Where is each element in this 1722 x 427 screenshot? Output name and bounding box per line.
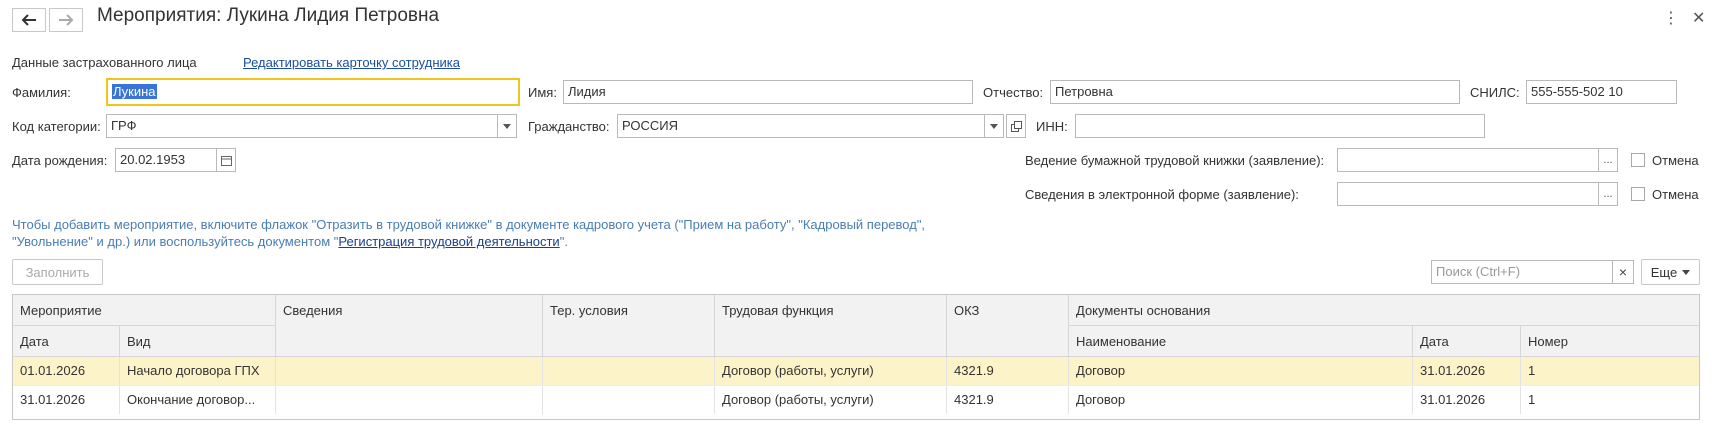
- inn-label: ИНН:: [1036, 119, 1068, 134]
- search-placeholder: Поиск (Ctrl+F): [1436, 264, 1521, 279]
- snils-label: СНИЛС:: [1470, 85, 1520, 100]
- surname-field[interactable]: Лукина: [106, 78, 520, 106]
- citizenship-field[interactable]: РОССИЯ: [617, 114, 985, 138]
- header-func[interactable]: Трудовая функция: [715, 295, 947, 357]
- page-title: Мероприятия: Лукина Лидия Петровна: [97, 5, 440, 26]
- surname-label: Фамилия:: [12, 85, 71, 100]
- info-text-end: ".: [559, 234, 568, 249]
- close-icon[interactable]: ✕: [1692, 8, 1705, 28]
- row-kind: Окончание договор...: [120, 386, 276, 414]
- chevron-down-icon: [990, 123, 998, 129]
- header-okz[interactable]: ОКЗ: [947, 295, 1069, 357]
- paper-book-field[interactable]: [1337, 148, 1599, 172]
- chevron-down-icon: [1682, 269, 1691, 275]
- electronic-cancel-label: Отмена: [1652, 187, 1699, 202]
- more-vertical-icon[interactable]: ⋮: [1663, 8, 1679, 28]
- patronymic-field[interactable]: Петровна: [1050, 80, 1460, 104]
- row-ter: [543, 357, 715, 385]
- open-window-icon: [1010, 120, 1022, 132]
- name-field[interactable]: Лидия: [563, 80, 973, 104]
- row-kind: Начало договора ГПХ: [120, 357, 276, 385]
- header-docs[interactable]: Документы основания: [1069, 295, 1699, 326]
- name-label: Имя:: [528, 85, 557, 100]
- header-doc-name[interactable]: Наименование: [1069, 326, 1413, 357]
- row-ter: [543, 386, 715, 414]
- electronic-field[interactable]: [1337, 182, 1599, 206]
- fill-button[interactable]: Заполнить: [12, 259, 103, 285]
- inn-field[interactable]: [1075, 114, 1485, 138]
- edit-card-link[interactable]: Редактировать карточку сотрудника: [243, 55, 460, 70]
- row-doc-name: Договор: [1069, 386, 1413, 414]
- arrow-right-icon: [59, 14, 74, 26]
- row-doc-name: Договор: [1069, 357, 1413, 385]
- birth-field[interactable]: 20.02.1953: [115, 148, 217, 172]
- search-input[interactable]: Поиск (Ctrl+F): [1431, 260, 1613, 284]
- more-button-label: Еще: [1650, 264, 1678, 280]
- back-button[interactable]: [12, 8, 46, 32]
- row-date: 01.01.2026: [13, 357, 120, 385]
- row-func: Договор (работы, услуги): [715, 386, 947, 414]
- row-info: [276, 357, 543, 385]
- info-message: Чтобы добавить мероприятие, включите фла…: [12, 216, 992, 250]
- header-kind[interactable]: Вид: [120, 326, 276, 357]
- row-okz: 4321.9: [947, 386, 1069, 414]
- row-func: Договор (работы, услуги): [715, 357, 947, 385]
- category-dropdown-button[interactable]: [497, 114, 517, 138]
- header-doc-num[interactable]: Номер: [1521, 326, 1699, 357]
- electronic-cancel-checkbox[interactable]: [1631, 187, 1645, 201]
- surname-value: Лукина: [112, 84, 157, 99]
- electronic-select-button[interactable]: ...: [1598, 182, 1618, 206]
- citizenship-label: Гражданство:: [528, 119, 610, 134]
- electronic-label: Сведения в электронной форме (заявление)…: [1025, 187, 1299, 202]
- chevron-down-icon: [503, 123, 511, 129]
- snils-field[interactable]: 555-555-502 10: [1526, 80, 1677, 104]
- section-label: Данные застрахованного лица: [12, 55, 197, 70]
- header-doc-date[interactable]: Дата: [1413, 326, 1521, 357]
- paper-book-cancel-checkbox[interactable]: [1631, 153, 1645, 167]
- row-okz: 4321.9: [947, 357, 1069, 385]
- paper-book-select-button[interactable]: ...: [1598, 148, 1618, 172]
- header-info[interactable]: Сведения: [276, 295, 543, 357]
- table-row[interactable]: 01.01.2026 Начало договора ГПХ Договор (…: [13, 357, 1699, 385]
- patronymic-label: Отчество:: [983, 85, 1044, 100]
- row-date: 31.01.2026: [13, 386, 120, 414]
- arrow-left-icon: [21, 14, 36, 26]
- row-doc-num: 1: [1528, 363, 1536, 378]
- row-doc-num: 1: [1528, 392, 1536, 407]
- row-info: [276, 386, 543, 414]
- row-doc-date: 31.01.2026: [1413, 386, 1521, 414]
- header-ter[interactable]: Тер. условия: [543, 295, 715, 357]
- events-table: Мероприятие Дата Вид Сведения Тер. услов…: [12, 294, 1700, 420]
- more-button[interactable]: Еще: [1641, 259, 1700, 285]
- calendar-icon: [220, 155, 232, 166]
- registration-link[interactable]: Регистрация трудовой деятельности: [338, 234, 559, 249]
- category-field[interactable]: ГРФ: [106, 114, 498, 138]
- header-date[interactable]: Дата: [13, 326, 120, 357]
- birth-label: Дата рождения:: [12, 153, 108, 168]
- category-label: Код категории:: [12, 119, 101, 134]
- calendar-button[interactable]: [216, 148, 236, 172]
- table-row[interactable]: 31.01.2026 Окончание договор... Договор …: [13, 385, 1699, 414]
- citizenship-open-button[interactable]: [1006, 114, 1026, 138]
- search-clear-button[interactable]: ×: [1612, 260, 1634, 284]
- row-doc-date: 31.01.2026: [1413, 357, 1521, 385]
- citizenship-dropdown-button[interactable]: [984, 114, 1004, 138]
- forward-button[interactable]: [49, 8, 83, 32]
- paper-book-label: Ведение бумажной трудовой книжки (заявле…: [1025, 153, 1325, 168]
- header-event[interactable]: Мероприятие: [13, 295, 276, 326]
- paper-book-cancel-label: Отмена: [1652, 153, 1699, 168]
